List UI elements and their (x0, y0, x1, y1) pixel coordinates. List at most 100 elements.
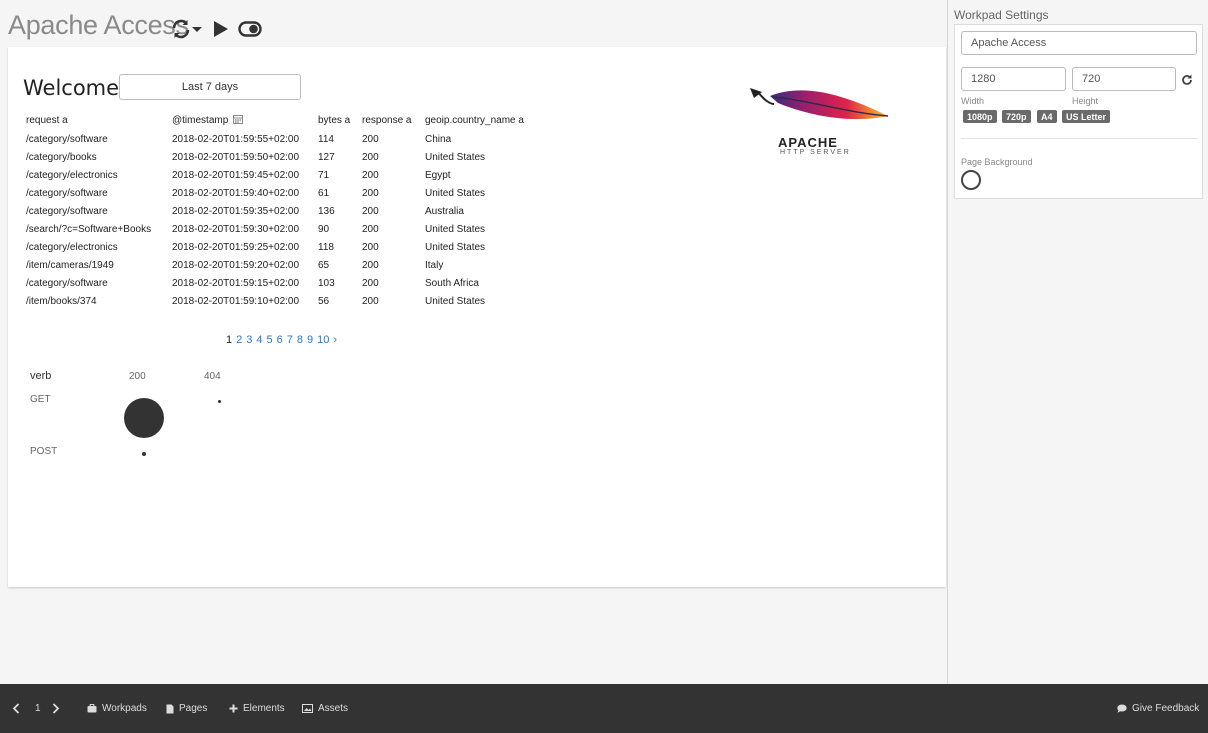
cell-timestamp: 2018-02-20T01:59:10+02:00 (172, 295, 300, 307)
footer-bar: 1 Workpads Pages Elements Assets Give Fe… (0, 684, 1208, 733)
page-link-10[interactable]: 10 (317, 334, 329, 346)
image-icon (302, 704, 313, 713)
plot-row-get: GET (30, 394, 51, 405)
cell-country: Italy (425, 259, 444, 271)
calendar-icon (233, 115, 244, 124)
column-header-timestamp[interactable]: @timestamp (168, 110, 314, 130)
column-header-country[interactable]: geoip.country_name a (421, 110, 528, 130)
give-feedback-label: Give Feedback (1132, 703, 1200, 714)
pages-button[interactable]: Pages (166, 702, 207, 715)
cell-response: 200 (362, 187, 379, 199)
sidebar-title: Workpad Settings (954, 8, 1049, 22)
page-link-2[interactable]: 2 (236, 334, 242, 346)
cell-request: /category/software (26, 205, 108, 217)
table-row: /category/software 2018-02-20T01:59:55+02… (22, 130, 528, 148)
apache-logo-subtext: HTTP SERVER (780, 149, 851, 156)
cell-bytes: 65 (318, 259, 330, 271)
cell-country: United States (425, 223, 486, 235)
refresh-button[interactable] (171, 17, 203, 41)
cell-timestamp: 2018-02-20T01:59:25+02:00 (172, 241, 300, 253)
cell-response: 200 (362, 205, 379, 217)
width-input[interactable]: 1280 (961, 67, 1066, 91)
cell-country: South Africa (425, 277, 479, 289)
rotate-icon (1182, 74, 1192, 85)
assets-label: Assets (318, 703, 349, 714)
cell-country: United States (425, 187, 486, 199)
cell-request: /search/?c=Software+Books (26, 223, 152, 235)
cell-bytes: 90 (318, 223, 330, 235)
cell-timestamp: 2018-02-20T01:59:45+02:00 (172, 169, 300, 181)
page-link-8[interactable]: 8 (297, 334, 303, 346)
play-button[interactable] (208, 17, 234, 41)
briefcase-icon (87, 704, 97, 713)
cell-response: 200 (362, 277, 379, 289)
welcome-heading: Welcome! (23, 76, 128, 100)
prev-page-button[interactable] (12, 702, 20, 715)
give-feedback-button[interactable]: Give Feedback (1117, 702, 1199, 715)
table-row: /category/software 2018-02-20T01:59:15+02… (22, 274, 528, 292)
cell-response: 200 (362, 151, 379, 163)
preset-1080p[interactable]: 1080p (963, 110, 997, 123)
swap-dimensions-button[interactable] (1181, 73, 1193, 85)
assets-button[interactable]: Assets (302, 702, 348, 715)
preset-us-letter[interactable]: US Letter (1062, 110, 1111, 123)
cell-country: United States (425, 295, 486, 307)
workpads-button[interactable]: Workpads (87, 702, 147, 715)
theme-toggle[interactable] (237, 17, 263, 41)
comment-icon (1117, 704, 1127, 713)
table-header-row: request a @timestamp bytes a response a … (22, 110, 528, 130)
column-header-response[interactable]: response a (358, 110, 421, 130)
table-row: /category/electronics 2018-02-20T01:59:45… (22, 166, 528, 184)
settings-sidebar: Workpad Settings Apache Access 1280 720 … (947, 0, 1208, 684)
page-link-9[interactable]: 9 (307, 334, 313, 346)
next-page-button[interactable] (52, 702, 60, 715)
elements-label: Elements (243, 703, 285, 714)
page-link-3[interactable]: 3 (246, 334, 252, 346)
plot-row-header: verb (30, 370, 52, 382)
preset-720p[interactable]: 720p (1002, 110, 1031, 123)
plus-icon (229, 704, 238, 713)
page-next-link[interactable]: › (333, 334, 337, 346)
cell-request: /category/electronics (26, 241, 118, 253)
elements-button[interactable]: Elements (229, 702, 285, 715)
cell-bytes: 61 (318, 187, 330, 199)
cell-response: 200 (362, 241, 379, 253)
height-input[interactable]: 720 (1072, 67, 1176, 91)
workpads-label: Workpads (102, 703, 147, 714)
workpad-canvas[interactable]: Welcome! Last 7 days request a @timestam… (8, 47, 946, 587)
page-link-7[interactable]: 7 (287, 334, 293, 346)
time-filter-button[interactable]: Last 7 days (119, 74, 301, 100)
page-number: 1 (35, 703, 41, 714)
cell-bytes: 56 (318, 295, 330, 307)
table-row: /category/software 2018-02-20T01:59:35+02… (22, 202, 528, 220)
cell-request: /item/books/374 (26, 295, 97, 307)
cell-bytes: 114 (318, 133, 334, 145)
cell-bytes: 136 (318, 205, 335, 217)
page-background-swatch[interactable] (961, 170, 981, 190)
plot-dot-get-404 (218, 400, 221, 403)
pages-label: Pages (179, 703, 208, 714)
cell-response: 200 (362, 295, 379, 307)
cell-country: Egypt (425, 169, 451, 181)
workpad-settings-panel: Apache Access 1280 720 Width Height 1080… (954, 24, 1203, 199)
page-link-6[interactable]: 6 (277, 334, 283, 346)
workpad-name-input[interactable]: Apache Access (961, 31, 1197, 55)
table-body: /category/software 2018-02-20T01:59:55+02… (22, 130, 528, 310)
cell-response: 200 (362, 133, 379, 145)
cell-bytes: 127 (318, 151, 335, 163)
preset-a4[interactable]: A4 (1037, 110, 1057, 123)
table-row: /search/?c=Software+Books 2018-02-20T01:5… (22, 220, 528, 238)
column-header-bytes[interactable]: bytes a (314, 110, 358, 130)
plot-col-200: 200 (129, 371, 146, 382)
data-table: request a @timestamp bytes a response a … (22, 110, 528, 310)
page-link-5[interactable]: 5 (267, 334, 273, 346)
column-header-request[interactable]: request a (22, 110, 168, 130)
cell-timestamp: 2018-02-20T01:59:40+02:00 (172, 187, 300, 199)
table-row: /category/software 2018-02-20T01:59:40+02… (22, 184, 528, 202)
table-row: /category/electronics 2018-02-20T01:59:25… (22, 238, 528, 256)
page-background-label: Page Background (961, 157, 1033, 167)
workpad-title: Apache Access (8, 10, 189, 40)
page-link-4[interactable]: 4 (256, 334, 262, 346)
apache-logo-text: APACHE (778, 135, 838, 150)
table-row: /category/books 2018-02-20T01:59:50+02:00… (22, 148, 528, 166)
